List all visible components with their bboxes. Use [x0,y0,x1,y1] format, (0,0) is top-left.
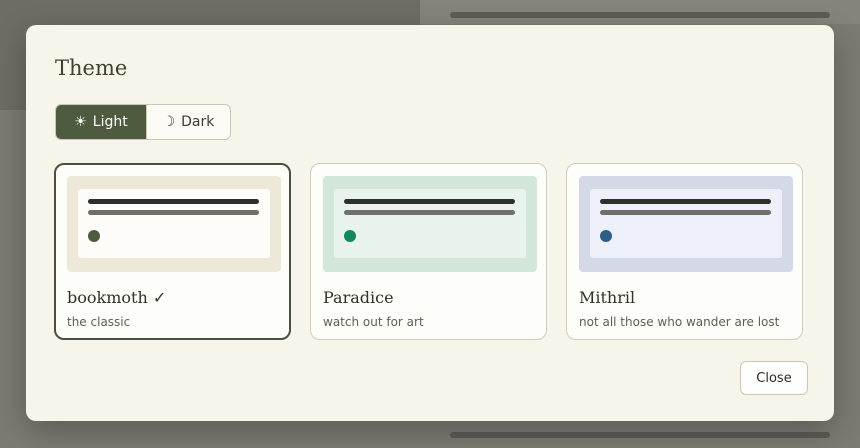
theme-card-paradice[interactable]: Paradice watch out for art [310,163,547,340]
dialog-title: Theme [55,56,128,80]
light-mode-button[interactable]: ☀ Light [56,105,146,139]
theme-preview-page [590,189,782,258]
preview-accent-dot [600,230,612,242]
background-text-line [450,12,830,18]
sun-icon: ☀ [74,114,87,130]
mode-toggle: ☀ Light ☽ Dark [55,104,231,140]
background-text-line [450,432,830,438]
theme-name: Paradice [323,288,394,307]
light-mode-label: Light [92,114,128,130]
theme-dialog: Theme ☀ Light ☽ Dark bookmoth ✓ the clas… [26,25,834,421]
theme-card-bookmoth[interactable]: bookmoth ✓ the classic [54,163,291,340]
preview-text-line [344,199,515,204]
close-button[interactable]: Close [740,361,808,395]
moon-icon: ☽ [162,114,176,130]
theme-description: not all those who wander are lost [579,315,780,329]
theme-name: Mithril [579,288,636,307]
preview-text-line [88,210,259,215]
preview-accent-dot [344,230,356,242]
theme-card-mithril[interactable]: Mithril not all those who wander are los… [566,163,803,340]
dark-mode-label: Dark [181,114,215,130]
preview-text-line [344,210,515,215]
preview-text-line [88,199,259,204]
theme-description: the classic [67,315,131,329]
theme-preview [323,176,537,272]
dark-mode-button[interactable]: ☽ Dark [146,105,230,139]
theme-name: bookmoth ✓ [67,288,167,307]
theme-preview-page [78,189,270,258]
theme-preview [579,176,793,272]
theme-description: watch out for art [323,315,424,329]
preview-text-line [600,210,771,215]
theme-preview [67,176,281,272]
preview-accent-dot [88,230,100,242]
preview-text-line [600,199,771,204]
theme-preview-page [334,189,526,258]
